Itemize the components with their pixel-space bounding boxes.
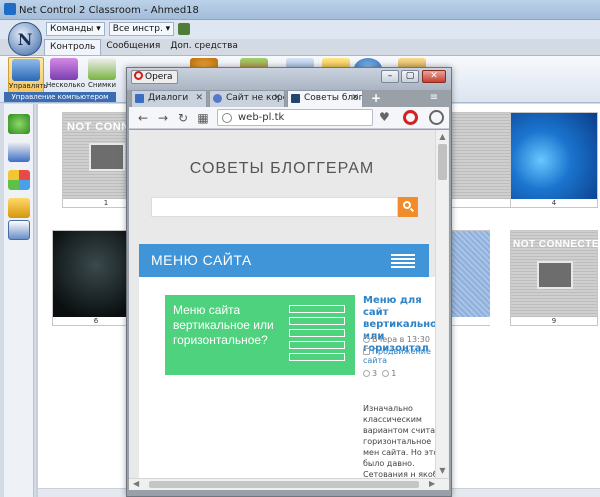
scroll-thumb[interactable] xyxy=(438,144,447,180)
student-thumbnail-4[interactable]: 4 xyxy=(510,112,598,208)
browser-tab-blogger-tips[interactable]: Советы блог ✕ xyxy=(287,90,363,107)
reload-button[interactable]: ↻ xyxy=(175,110,191,126)
app-icon xyxy=(4,3,16,15)
multiple-monitors-icon xyxy=(50,58,78,80)
grid-view-icon[interactable] xyxy=(8,170,30,190)
manage-button[interactable]: Управлять xyxy=(8,57,48,95)
snapshots-button[interactable]: Снимки xyxy=(84,57,120,95)
tab-control[interactable]: Контроль xyxy=(44,39,102,55)
article-category-link[interactable]: Продвижение сайта xyxy=(363,347,443,365)
browser-nav-bar: ← → ↻ ▦ web-pl.tk ♥ xyxy=(129,107,449,129)
opera-extension-icon[interactable] xyxy=(403,110,418,125)
app-titlebar: Net Control 2 Classroom - Ahmed18 xyxy=(0,0,600,20)
not-connected-screen: NOT CONNECTE xyxy=(511,231,599,317)
account-icon[interactable] xyxy=(429,110,444,125)
student-thumbnail-9[interactable]: NOT CONNECTE 9 xyxy=(510,230,599,326)
address-bar[interactable]: web-pl.tk xyxy=(217,109,373,126)
globe-icon xyxy=(222,113,232,123)
scroll-right-arrow[interactable]: ▶ xyxy=(429,479,435,488)
hamburger-icon[interactable] xyxy=(391,254,415,268)
site-title[interactable]: СОВЕТЫ БЛОГГЕРАМ xyxy=(129,160,435,178)
article-stats: 3 1 xyxy=(363,369,396,378)
menu-lines-illustration xyxy=(289,305,345,365)
windows-desktop-screen xyxy=(511,113,597,199)
browser-tab-site-not-correct[interactable]: Сайт не коре ✕ xyxy=(209,90,285,107)
heart-icon[interactable]: ♥ xyxy=(379,110,390,124)
tab-favicon xyxy=(213,94,222,103)
horizontal-scroll-thumb[interactable] xyxy=(149,481,419,488)
computer-icon xyxy=(537,261,573,289)
text-icon[interactable] xyxy=(8,220,30,240)
horizontal-scrollbar[interactable]: ◀ ▶ xyxy=(129,478,449,490)
page-viewport: СОВЕТЫ БЛОГГЕРАМ МЕНЮ САЙТА Меню сайта в… xyxy=(129,130,449,478)
new-tab-button[interactable]: + xyxy=(369,92,383,105)
ribbon-group-label: Управление компьютером xyxy=(4,92,116,102)
lock-icon[interactable] xyxy=(8,198,30,218)
tab-close-icon[interactable]: ✕ xyxy=(195,91,203,105)
camera-icon xyxy=(88,58,116,80)
browser-titlebar[interactable]: Opera – ▢ ✕ xyxy=(127,68,451,90)
browser-tab-dialogs[interactable]: Диалоги ✕ xyxy=(131,90,207,107)
computer-icon xyxy=(89,143,125,171)
tab-favicon xyxy=(291,94,300,103)
ribbon-tabs: Контроль Сообщения Доп. средства xyxy=(44,39,243,55)
article-title-link[interactable]: Меню для сайт вертикальное или горизонта… xyxy=(363,295,444,355)
tab-close-icon[interactable]: ✕ xyxy=(351,91,359,105)
opera-logo-icon xyxy=(134,71,143,80)
tab-favicon xyxy=(135,94,144,103)
site-menu-bar[interactable]: МЕНЮ САЙТА xyxy=(139,244,429,277)
site-search-input[interactable] xyxy=(151,197,398,217)
article-date: Вчера в 13:30 xyxy=(363,335,430,344)
comment-icon xyxy=(382,370,390,377)
student-thumbnail-partial[interactable] xyxy=(450,230,490,326)
minimize-button[interactable]: – xyxy=(381,70,399,83)
app-orb-button[interactable]: N xyxy=(8,22,42,56)
clock-icon xyxy=(363,336,370,343)
commands-dropdown[interactable]: Команды ▾ xyxy=(46,22,105,36)
multiple-button[interactable]: Несколько xyxy=(46,57,85,95)
site-menu-label: МЕНЮ САЙТА xyxy=(151,252,252,268)
upload-icon[interactable] xyxy=(178,23,191,35)
app-title: Net Control 2 Classroom - Ahmed18 xyxy=(4,3,199,16)
close-button[interactable]: ✕ xyxy=(422,70,446,83)
vertical-scrollbar[interactable]: ▲ ▼ xyxy=(435,130,448,478)
opera-browser-window: Opera – ▢ ✕ Диалоги ✕ Сайт не коре ✕ Сов… xyxy=(126,67,452,497)
folder-icon xyxy=(363,348,370,355)
tab-messages[interactable]: Сообщения xyxy=(101,39,165,55)
all-tools-dropdown[interactable]: Все инстр. ▾ xyxy=(108,22,175,36)
refresh-icon[interactable] xyxy=(8,114,30,134)
article-card: Меню сайта вертикальное или горизонтальн… xyxy=(139,277,445,478)
scroll-left-arrow[interactable]: ◀ xyxy=(133,479,139,488)
tab-menu-icon[interactable]: ≡ xyxy=(426,92,442,105)
maximize-button[interactable]: ▢ xyxy=(401,70,419,83)
browser-tab-strip: Диалоги ✕ Сайт не коре ✕ Советы блог ✕ +… xyxy=(129,90,449,107)
scroll-up-arrow[interactable]: ▲ xyxy=(438,132,447,142)
eye-icon xyxy=(363,370,370,377)
tab-close-icon[interactable]: ✕ xyxy=(273,91,281,105)
scroll-down-arrow[interactable]: ▼ xyxy=(438,466,447,476)
article-image[interactable]: Меню сайта вертикальное или горизонтальн… xyxy=(165,295,355,375)
blue-pattern-screen xyxy=(451,231,490,317)
monitor-icon xyxy=(12,59,40,81)
side-toolbar xyxy=(4,104,34,497)
quick-access-toolbar: Команды ▾ Все инстр. ▾ xyxy=(46,22,191,36)
speed-dial-button[interactable]: ▦ xyxy=(195,110,211,126)
pointer-icon[interactable] xyxy=(8,142,30,162)
tab-extra-tools[interactable]: Доп. средства xyxy=(165,39,243,55)
back-button[interactable]: ← xyxy=(135,110,151,126)
search-button[interactable] xyxy=(398,197,418,217)
forward-button[interactable]: → xyxy=(155,110,171,126)
opera-menu-button[interactable]: Opera xyxy=(131,70,178,84)
